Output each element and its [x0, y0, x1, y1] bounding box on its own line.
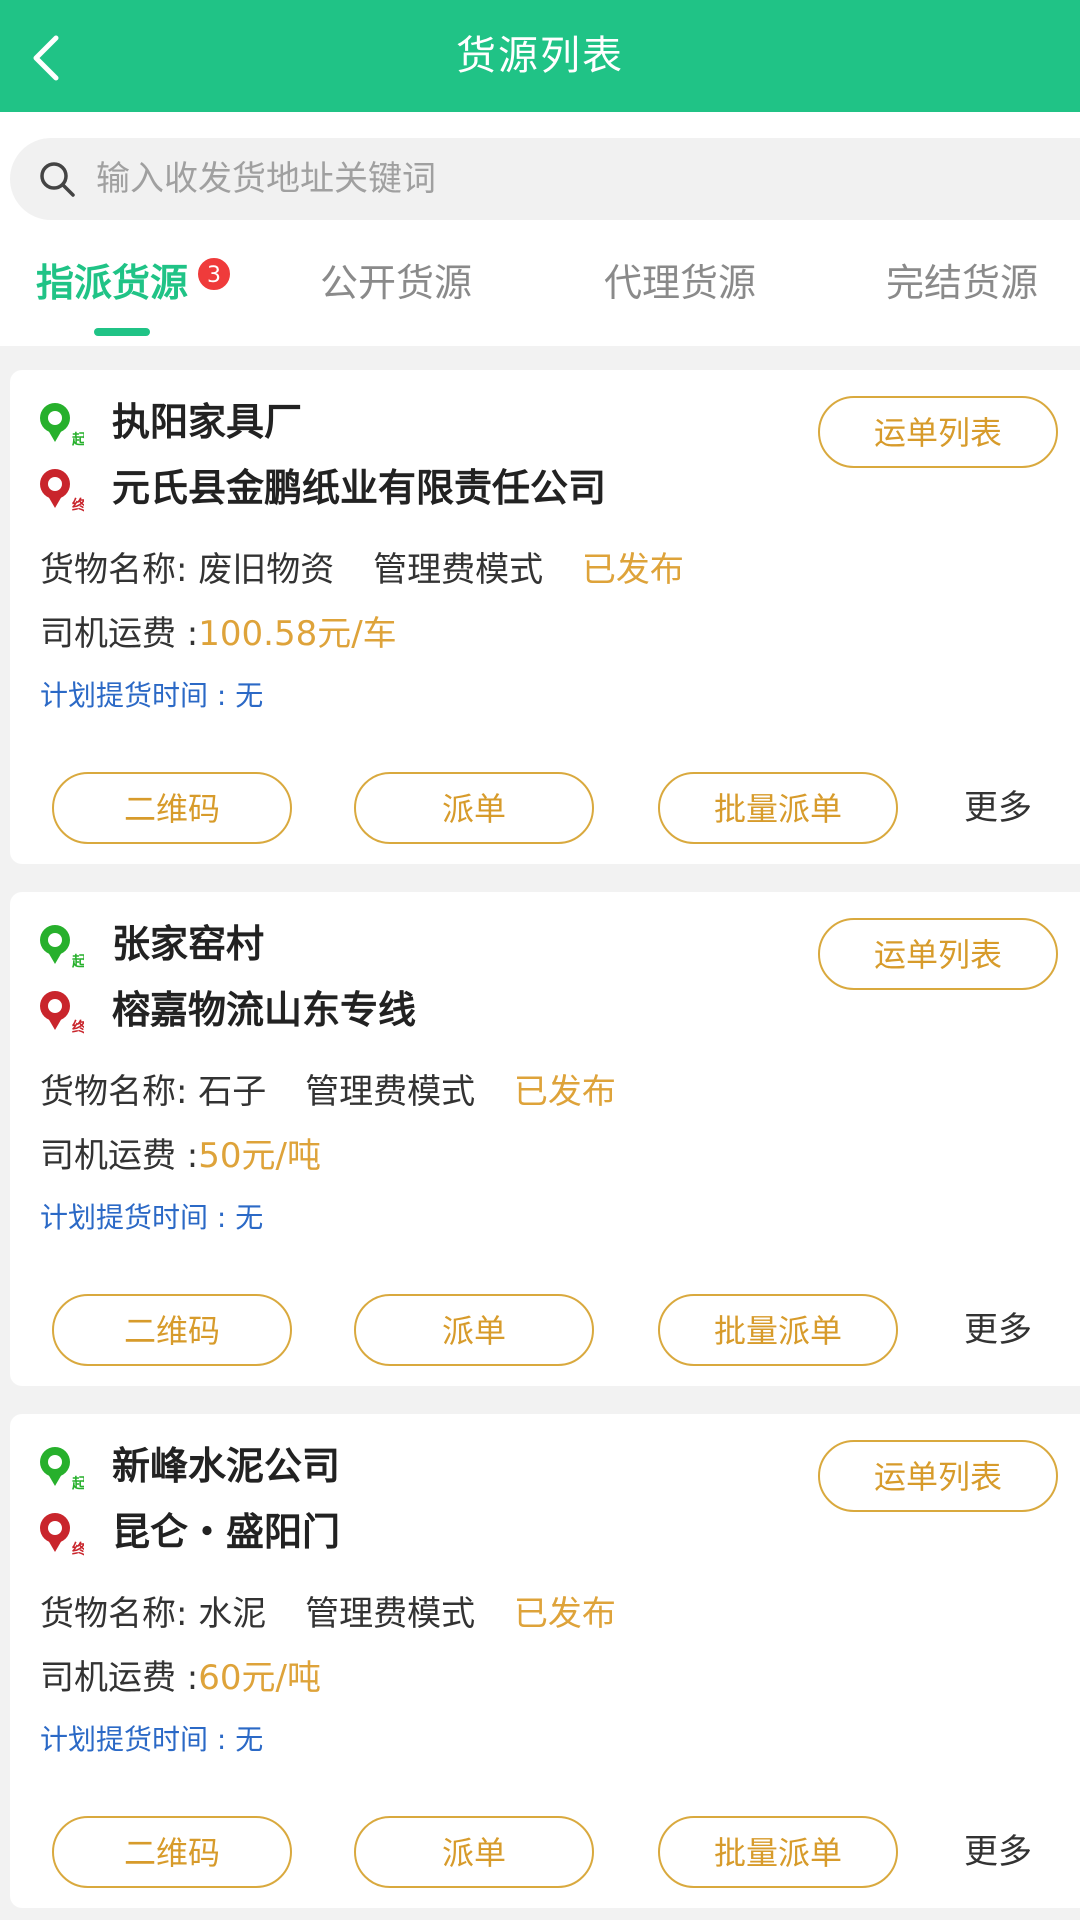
- fee-label: 司机运费 :: [40, 614, 199, 654]
- tab-public-sources[interactable]: 公开货源: [320, 252, 472, 312]
- origin-pin-icon: 起: [40, 925, 84, 968]
- more-link[interactable]: 更多: [964, 1816, 1032, 1888]
- destination-name: 昆仑・盛阳门: [112, 1510, 341, 1554]
- qr-code-button[interactable]: 二维码: [52, 772, 292, 844]
- destination-name: 元氏县金鹏纸业有限责任公司: [112, 466, 607, 510]
- origin-pin-icon: 起: [40, 1447, 84, 1490]
- fee-mode: 管理费模式: [305, 1072, 476, 1112]
- fee-mode: 管理费模式: [305, 1594, 476, 1634]
- origin-name: 张家窑村: [112, 922, 265, 966]
- goods-info-line: 货物名称: 水泥 管理费模式 已发布: [40, 1586, 616, 1635]
- cargo-card: 起 新峰水泥公司 终 昆仑・盛阳门 运单列表 货物名称: 水泥 管理费模式 已发…: [10, 1414, 1080, 1908]
- origin-pin-icon: 起: [40, 403, 84, 446]
- goods-label: 货物名称:: [40, 1072, 188, 1112]
- status-badge: 已发布: [513, 1594, 616, 1634]
- dispatch-button[interactable]: 派单: [354, 1294, 594, 1366]
- active-tab-indicator: [94, 328, 150, 336]
- svg-text:终: 终: [72, 497, 84, 512]
- qr-code-button[interactable]: 二维码: [52, 1294, 292, 1366]
- batch-dispatch-button[interactable]: 批量派单: [658, 1816, 898, 1888]
- plan-time-line: 计划提货时间 : 无: [40, 674, 263, 714]
- tab-count-badge: 3: [196, 256, 232, 292]
- plan-time-value: 无: [235, 679, 264, 712]
- search-icon: [40, 162, 75, 197]
- waybill-list-button[interactable]: 运单列表: [818, 396, 1058, 468]
- fee-label: 司机运费 :: [40, 1136, 199, 1176]
- fee-label: 司机运费 :: [40, 1658, 199, 1698]
- plan-time-line: 计划提货时间 : 无: [40, 1196, 263, 1236]
- dispatch-button[interactable]: 派单: [354, 1816, 594, 1888]
- driver-fee-value: 100.58元/车: [198, 614, 397, 654]
- status-badge: 已发布: [581, 550, 684, 590]
- search-bar: [0, 112, 1080, 222]
- svg-text:起: 起: [71, 431, 84, 446]
- plan-time-label: 计划提货时间 :: [40, 679, 236, 712]
- driver-fee-line: 司机运费 :50元/吨: [40, 1128, 321, 1177]
- plan-time-value: 无: [235, 1201, 264, 1234]
- destination-name: 榕嘉物流山东专线: [112, 988, 417, 1032]
- plan-time-label: 计划提货时间 :: [40, 1201, 236, 1234]
- goods-info-line: 货物名称: 废旧物资 管理费模式 已发布: [40, 542, 684, 591]
- svg-text:终: 终: [72, 1019, 84, 1034]
- driver-fee-value: 60元/吨: [198, 1658, 321, 1698]
- waybill-list-button[interactable]: 运单列表: [818, 918, 1058, 990]
- goods-label: 货物名称:: [40, 550, 188, 590]
- svg-text:起: 起: [71, 953, 84, 968]
- batch-dispatch-button[interactable]: 批量派单: [658, 772, 898, 844]
- origin-name: 新峰水泥公司: [112, 1444, 341, 1488]
- cargo-card: 起 张家窑村 终 榕嘉物流山东专线 运单列表 货物名称: 石子 管理费模式 已发…: [10, 892, 1080, 1386]
- fee-mode: 管理费模式: [373, 550, 544, 590]
- goods-name: 石子: [198, 1072, 267, 1112]
- goods-name: 废旧物资: [198, 550, 335, 590]
- plan-time-line: 计划提货时间 : 无: [40, 1718, 263, 1758]
- tab-finished-sources[interactable]: 完结货源: [886, 252, 1038, 312]
- plan-time-value: 无: [235, 1723, 264, 1756]
- batch-dispatch-button[interactable]: 批量派单: [658, 1294, 898, 1366]
- svg-text:起: 起: [71, 1475, 84, 1490]
- more-link[interactable]: 更多: [964, 1294, 1032, 1366]
- driver-fee-line: 司机运费 :60元/吨: [40, 1650, 321, 1699]
- tab-agent-sources[interactable]: 代理货源: [604, 252, 756, 312]
- svg-text:终: 终: [72, 1541, 84, 1556]
- destination-pin-icon: 终: [40, 991, 84, 1034]
- destination-pin-icon: 终: [40, 1513, 84, 1556]
- goods-label: 货物名称:: [40, 1594, 188, 1634]
- dispatch-button[interactable]: 派单: [354, 772, 594, 844]
- qr-code-button[interactable]: 二维码: [52, 1816, 292, 1888]
- status-badge: 已发布: [513, 1072, 616, 1112]
- driver-fee-line: 司机运费 :100.58元/车: [40, 606, 397, 655]
- waybill-list-button[interactable]: 运单列表: [818, 1440, 1058, 1512]
- destination-pin-icon: 终: [40, 469, 84, 512]
- search-input[interactable]: [94, 138, 994, 220]
- page-title: 货源列表: [456, 33, 624, 79]
- plan-time-label: 计划提货时间 :: [40, 1723, 236, 1756]
- origin-name: 执阳家具厂: [112, 400, 303, 444]
- tab-assigned-sources[interactable]: 指派货源: [36, 252, 188, 312]
- source-tabs: 指派货源 3 公开货源 代理货源 完结货源: [0, 222, 1080, 346]
- goods-info-line: 货物名称: 石子 管理费模式 已发布: [40, 1064, 616, 1113]
- more-link[interactable]: 更多: [964, 772, 1032, 844]
- cargo-card: 起 执阳家具厂 终 元氏县金鹏纸业有限责任公司 运单列表 货物名称: 废旧物资 …: [10, 370, 1080, 864]
- driver-fee-value: 50元/吨: [198, 1136, 321, 1176]
- goods-name: 水泥: [198, 1594, 267, 1634]
- app-header: 货源列表: [0, 0, 1080, 112]
- search-box[interactable]: [10, 138, 1080, 220]
